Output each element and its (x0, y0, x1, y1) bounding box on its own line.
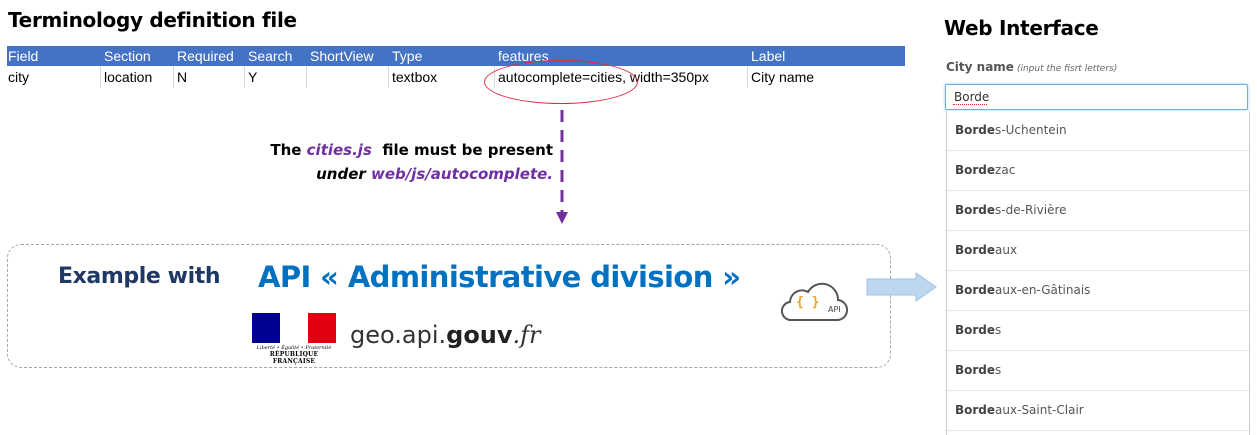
note-path: web/js/autocomplete. (371, 165, 553, 183)
terminology-table: Field Section Required Search ShortView … (7, 46, 905, 88)
geo-suffix: .fr (512, 321, 541, 349)
table-row: city location N Y textbox autocomplete=c… (7, 66, 905, 88)
suggestion-item[interactable]: Bordeaux-en-Gâtinais (947, 271, 1249, 311)
terminology-title: Terminology definition file (8, 8, 297, 32)
features-highlight-ellipse (484, 60, 638, 104)
note-line1-pre: The (270, 141, 307, 159)
header-search: Search (248, 48, 293, 64)
suggestion-item[interactable]: Bordes-de-Rivière (947, 191, 1249, 231)
header-section: Section (104, 48, 151, 64)
rf-name: RÉPUBLIQUE FRANÇAISE (269, 351, 319, 365)
geo-prefix: geo.api. (350, 321, 447, 349)
cloud-label: API (828, 305, 841, 314)
city-name-hint: (input the fisrt letters) (1016, 64, 1118, 74)
cell-shortview (309, 66, 310, 88)
header-label: Label (751, 48, 786, 64)
suggestion-item[interactable]: Bordeaux (947, 231, 1249, 271)
cell-search: Y (248, 69, 258, 85)
note-file-name: cities.js (306, 141, 372, 159)
suggestion-item[interactable]: Bordes (947, 351, 1249, 391)
cities-js-note: The cities.js file must be present under… (215, 138, 553, 186)
city-name-input[interactable] (945, 84, 1248, 110)
suggestion-item[interactable]: Bordes-Uchentein (947, 111, 1249, 151)
note-line2-pre: under (316, 165, 371, 183)
table-header-row: Field Section Required Search ShortView … (7, 46, 905, 66)
example-with-label: Example with (58, 264, 221, 289)
header-shortview: ShortView (310, 48, 374, 64)
cell-type: textbox (392, 69, 438, 85)
web-interface-title: Web Interface (944, 16, 1099, 40)
cell-required: N (177, 69, 188, 85)
header-type: Type (392, 48, 423, 64)
cell-section: location (104, 69, 153, 85)
cell-field: city (8, 69, 29, 85)
autocomplete-dropdown: Bordes-Uchentein Bordezac Bordes-de-Rivi… (946, 111, 1250, 435)
cloud-api-icon: { } API (781, 282, 848, 322)
suggestion-item[interactable]: Bordezac (947, 151, 1249, 191)
cell-label: City name (751, 69, 815, 85)
city-name-label: City name (input the fisrt letters) (946, 60, 1117, 74)
suggestion-item[interactable]: Bordeaux-Saint-Clair (947, 391, 1249, 431)
republique-francaise-logo: Liberté • Égalité • Fraternité RÉPUBLIQU… (252, 313, 336, 365)
note-line1-post: file must be present (371, 141, 553, 159)
geo-bold: gouv (446, 321, 513, 349)
suggestion-item[interactable]: Bordes (947, 311, 1249, 351)
dashed-down-arrow (556, 110, 568, 224)
right-arrow (866, 272, 937, 302)
header-required: Required (177, 48, 234, 64)
spellcheck-underline (953, 104, 987, 105)
city-name-label-text: City name (946, 60, 1014, 74)
header-field: Field (8, 48, 39, 64)
cloud-braces: { } (796, 295, 819, 310)
api-title: API « Administrative division » (258, 260, 741, 294)
geo-api-logo: geo.api.gouv.fr (350, 321, 541, 349)
